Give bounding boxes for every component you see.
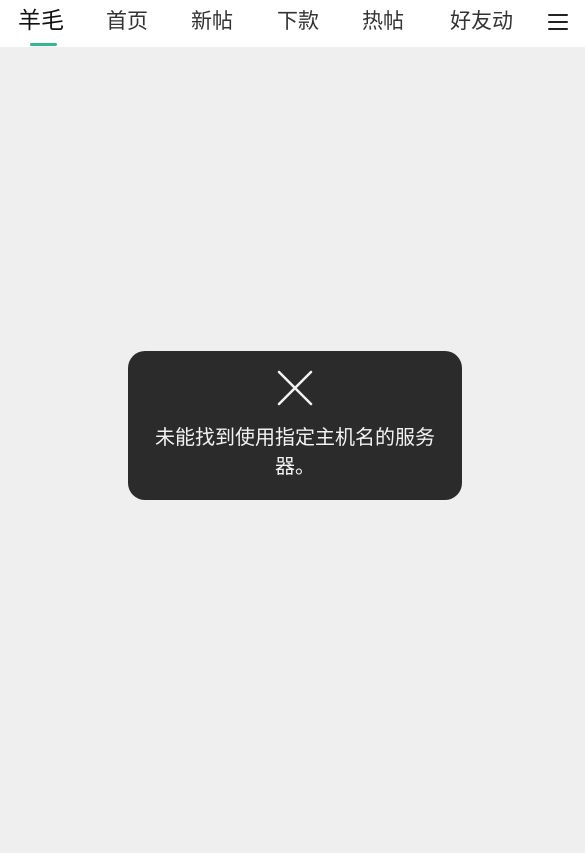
active-tab-indicator bbox=[30, 43, 57, 46]
toast-message: 未能找到使用指定主机名的服务器。 bbox=[155, 425, 435, 478]
tab-downloads[interactable]: 下款 bbox=[277, 7, 319, 39]
tab-yangmao[interactable]: 羊毛 bbox=[18, 7, 64, 39]
tab-new-posts[interactable]: 新帖 bbox=[191, 7, 233, 39]
close-icon bbox=[277, 370, 313, 406]
top-navigation: 羊毛 首页 新帖 下款 热帖 好友动 bbox=[0, 0, 585, 47]
tab-home[interactable]: 首页 bbox=[106, 7, 148, 39]
error-toast: 未能找到使用指定主机名的服务器。 bbox=[128, 351, 462, 500]
tab-hot-posts[interactable]: 热帖 bbox=[362, 7, 404, 39]
hamburger-menu-icon[interactable] bbox=[546, 10, 570, 34]
tab-friend-activity[interactable]: 好友动 bbox=[450, 7, 513, 39]
